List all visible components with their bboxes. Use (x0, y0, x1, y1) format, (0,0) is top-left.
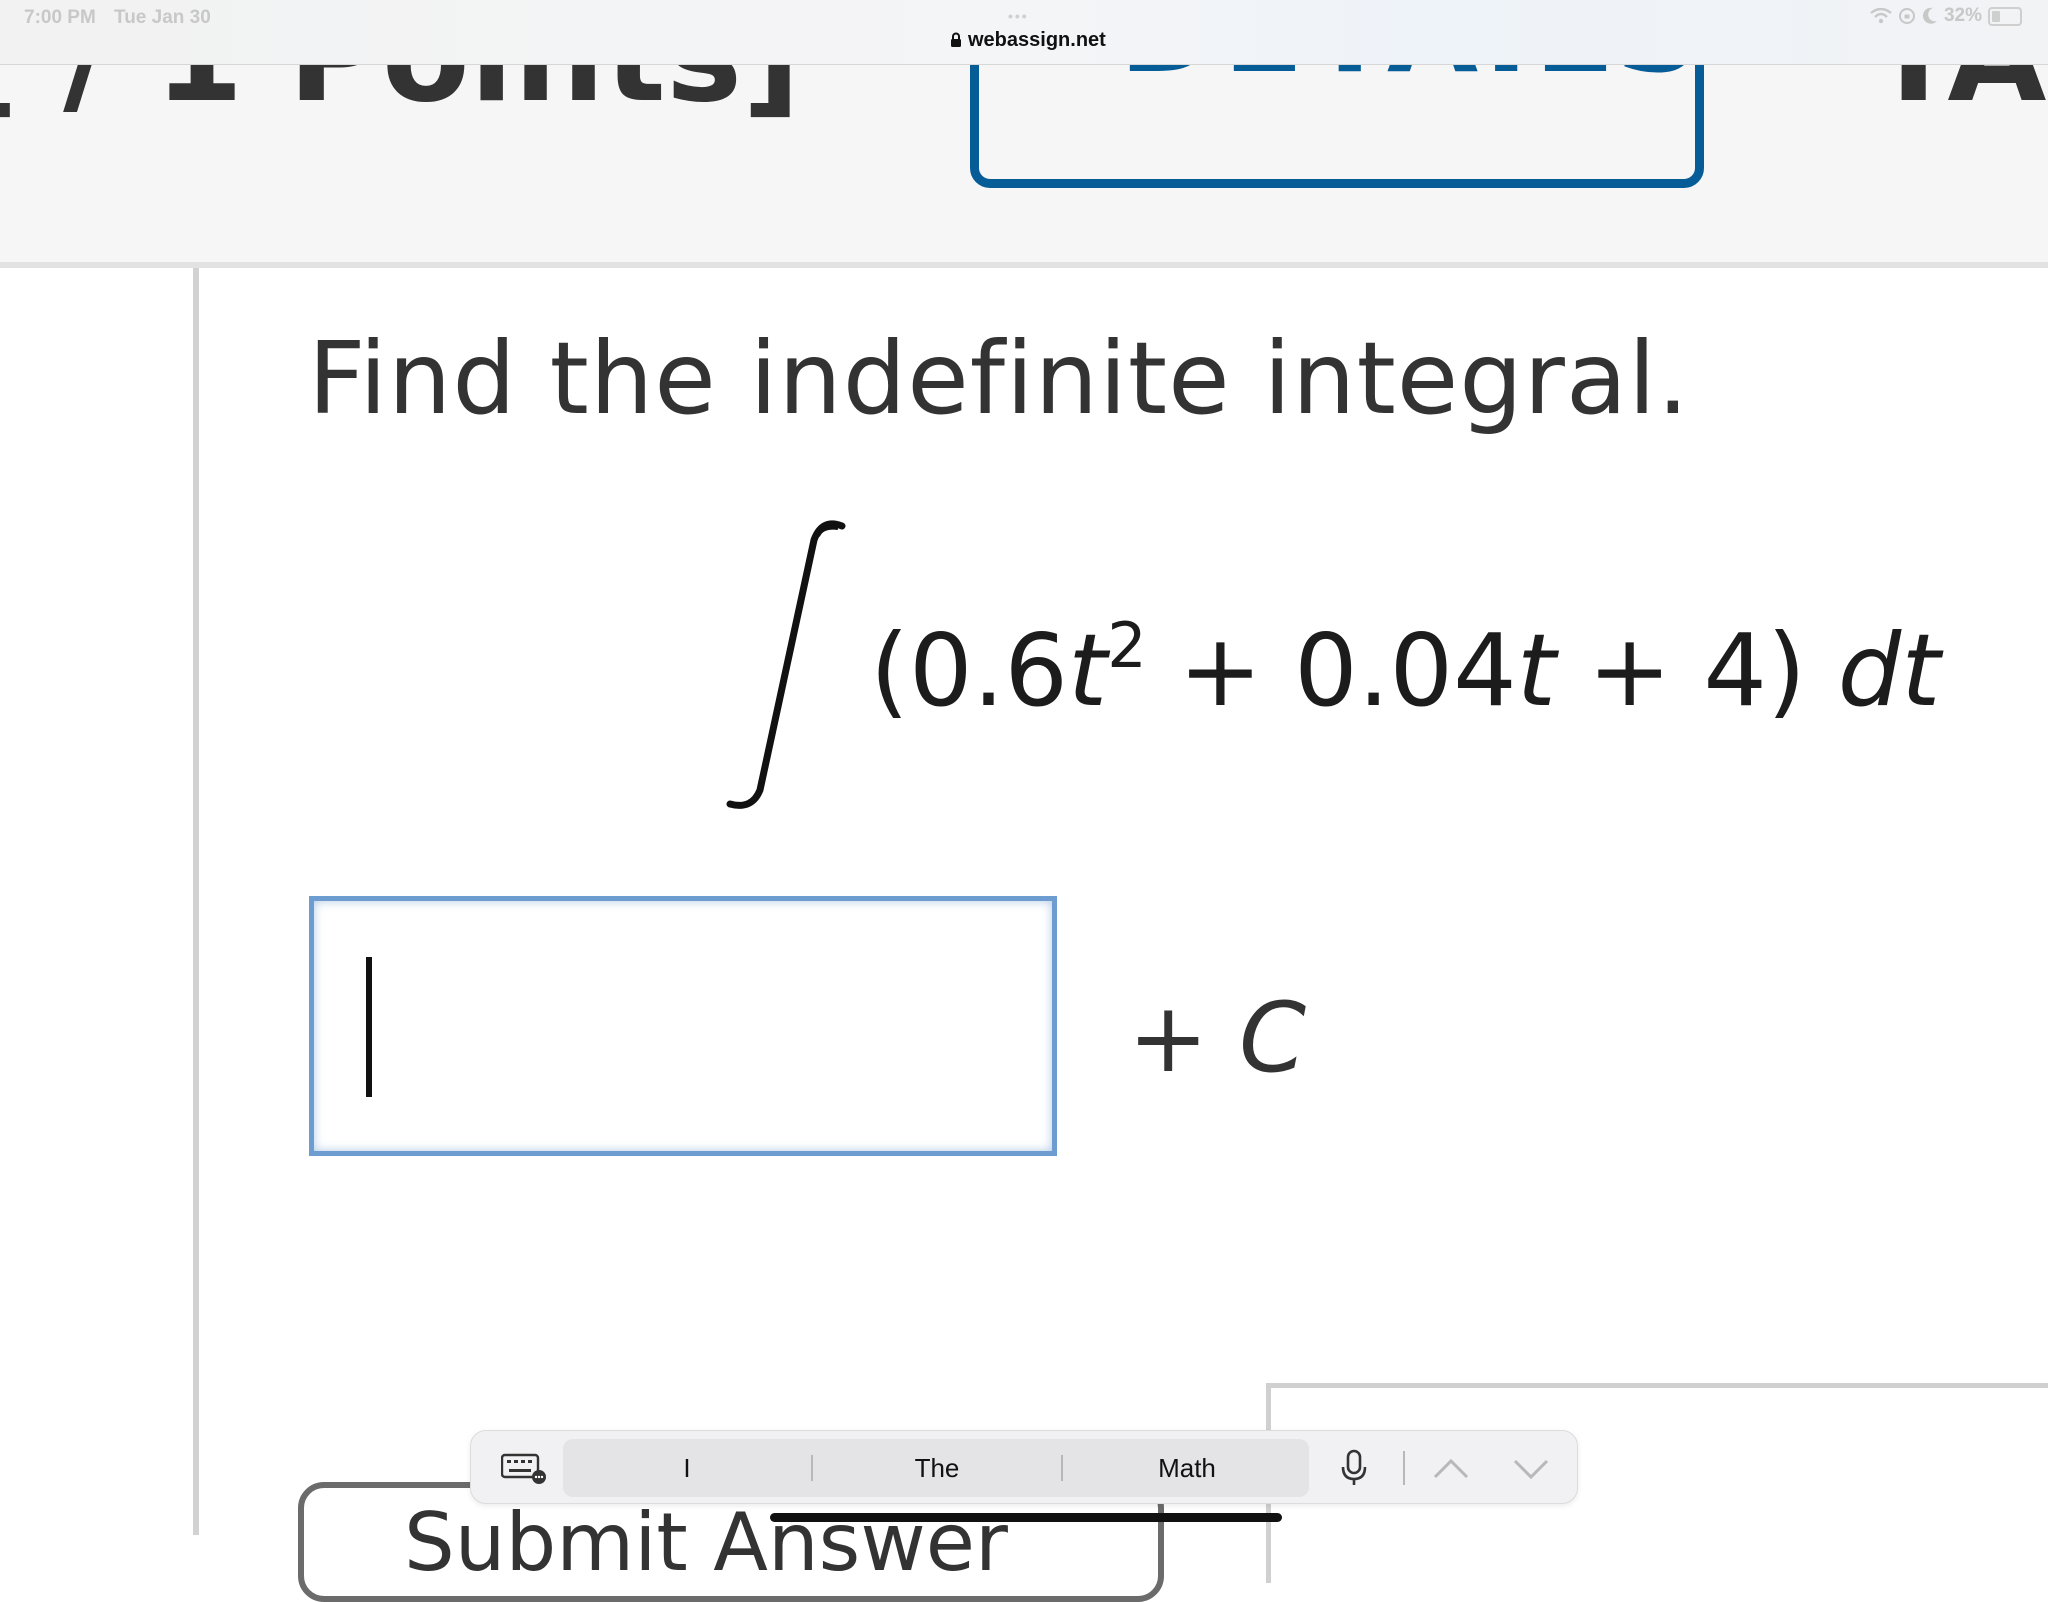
address-bar[interactable]: webassign.net (950, 26, 1106, 54)
orientation-lock-icon (1898, 8, 1915, 24)
integral-sign (726, 520, 846, 809)
integrand-var-t: t (1068, 612, 1108, 729)
integrand-var-t-2: t (1516, 612, 1556, 729)
submit-answer-label: Submit Answer (404, 1496, 1008, 1589)
lock-icon (951, 32, 961, 47)
wifi-icon (1870, 8, 1892, 24)
integrand-open: (0.6 (870, 612, 1069, 729)
moon-icon (1922, 7, 1937, 24)
microphone-icon[interactable] (1339, 1449, 1369, 1487)
status-time: 7:00 PM (24, 7, 96, 28)
toolbar-divider (1403, 1451, 1405, 1485)
text-cursor (366, 957, 372, 1097)
plus-sign: + (1128, 982, 1239, 1094)
multitasking-dots-icon[interactable]: ••• (1008, 8, 1029, 24)
constant-c: C (1238, 982, 1306, 1094)
suggestion-3[interactable]: Math (1063, 1439, 1311, 1497)
url-text: webassign.net (968, 28, 1106, 51)
answer-input[interactable] (309, 896, 1057, 1156)
battery-percent: 32% (1943, 5, 1982, 26)
integrand-exponent: 2 (1107, 609, 1147, 682)
suggestion-1[interactable]: I (563, 1439, 811, 1497)
question-prompt: Find the indefinite integral. (308, 320, 1690, 437)
chevron-up-icon[interactable] (1431, 1453, 1471, 1483)
status-date: Tue Jan 30 (114, 7, 211, 28)
keyboard-shortcut-bar: I The Math (470, 1430, 1578, 1504)
integrand-tail: + 4) (1555, 612, 1838, 729)
battery-icon (1988, 6, 2022, 26)
integrand-differential: dt (1837, 612, 1941, 729)
home-indicator[interactable] (770, 1513, 1282, 1522)
integrand-expression: (0.6t2 + 0.04t + 4) dt (870, 609, 1941, 729)
chevron-down-icon[interactable] (1511, 1453, 1551, 1483)
suggestion-strip: I The Math (563, 1439, 1309, 1497)
status-bar: 7:00 PM Tue Jan 30 ••• webassign.net 32% (0, 0, 2048, 65)
keyboard-icon[interactable] (501, 1451, 547, 1485)
left-divider (193, 268, 199, 1535)
integrand-middle: + 0.04 (1146, 612, 1517, 729)
suggestion-2[interactable]: The (813, 1439, 1061, 1497)
status-indicators: 32% (1870, 5, 2022, 27)
constant-of-integration: + C (1128, 982, 1306, 1094)
